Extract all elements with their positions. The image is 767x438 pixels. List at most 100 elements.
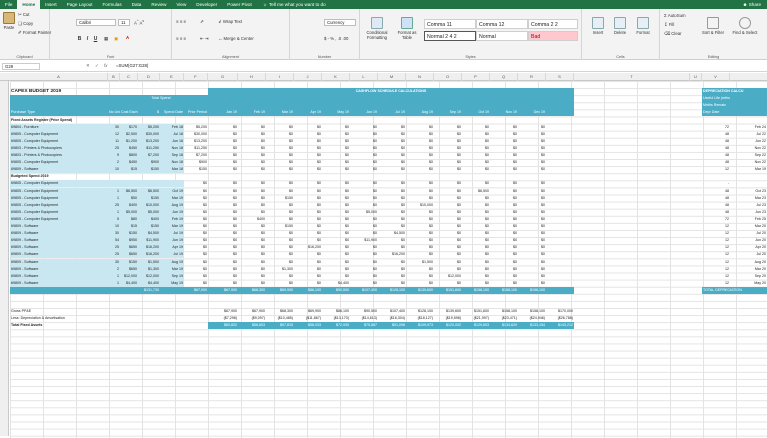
cell[interactable]: $0	[462, 124, 490, 131]
column-header-a[interactable]: A	[10, 73, 108, 81]
cell[interactable]: $158,100	[490, 286, 518, 294]
cell[interactable]: 69803 - Printers & Photocopiers	[10, 152, 108, 159]
row-header[interactable]	[0, 244, 9, 251]
cell[interactable]: 48	[702, 145, 730, 152]
cell[interactable]: $0	[266, 280, 294, 287]
cell[interactable]: $0	[406, 273, 434, 280]
cell[interactable]: $0	[462, 195, 490, 202]
cell[interactable]: $0	[238, 280, 266, 287]
cell[interactable]: $1,200	[120, 138, 138, 145]
cell[interactable]	[730, 180, 767, 187]
cell[interactable]: $0	[406, 195, 434, 202]
cell[interactable]: $0	[378, 195, 406, 202]
cell[interactable]: 12	[702, 244, 730, 251]
cell[interactable]: Oct 19	[160, 188, 184, 195]
cell[interactable]: $900	[184, 159, 208, 166]
wrap-text-button[interactable]: ↲ Wrap Text	[218, 19, 242, 25]
cell[interactable]: $0	[208, 131, 238, 138]
cell[interactable]: $0	[322, 159, 350, 166]
cell[interactable]: 48	[702, 131, 730, 138]
cell[interactable]: $650	[120, 244, 138, 251]
cell[interactable]: $10,000	[138, 202, 160, 209]
cell[interactable]: $16,200	[294, 244, 322, 251]
cell[interactable]: ($23,471)	[490, 315, 518, 322]
cell[interactable]: 2	[108, 266, 120, 273]
cell[interactable]: $0	[490, 124, 518, 131]
cell[interactable]: $0	[266, 166, 294, 173]
cell[interactable]: $0	[406, 188, 434, 195]
cell[interactable]: $0	[518, 251, 546, 258]
cell[interactable]: $0	[294, 251, 322, 258]
style-normal242[interactable]: Normal 2 4 2	[424, 31, 476, 41]
cell[interactable]: Jul 19	[160, 230, 184, 237]
cell[interactable]: May 20	[730, 280, 767, 287]
cell[interactable]: $0	[378, 180, 406, 187]
cell[interactable]: $0	[266, 237, 294, 244]
cell[interactable]: ($7,298)	[208, 315, 238, 322]
cell[interactable]: $0	[490, 273, 518, 280]
cell[interactable]	[160, 180, 184, 187]
row-header[interactable]	[0, 379, 9, 386]
cell[interactable]: $0	[294, 230, 322, 237]
cell[interactable]: 69805 - Computer Equipment	[10, 216, 108, 223]
cell[interactable]: $0	[350, 131, 378, 138]
cell[interactable]: $11,900	[350, 237, 378, 244]
cell[interactable]: ($11,867)	[294, 315, 322, 322]
cell[interactable]: $68,300	[238, 286, 266, 294]
cell[interactable]: $0	[266, 131, 294, 138]
cell[interactable]: 1	[108, 188, 120, 195]
cell[interactable]: 69809 - Software	[10, 244, 108, 251]
conditional-formatting-button[interactable]: Conditional Formatting	[362, 17, 392, 40]
cell[interactable]: $0	[378, 259, 406, 266]
column-header-q[interactable]: Q	[490, 73, 518, 81]
cell[interactable]: 72	[702, 124, 730, 131]
cell[interactable]: Spend Date	[160, 109, 184, 117]
cell[interactable]: $5,200	[184, 124, 208, 131]
row-header[interactable]	[0, 180, 9, 187]
cell[interactable]: $0	[294, 188, 322, 195]
cell[interactable]: $0	[184, 230, 208, 237]
cell[interactable]: $0	[266, 152, 294, 159]
cell[interactable]: $69,900	[294, 308, 322, 315]
cell[interactable]: $0	[518, 244, 546, 251]
cell[interactable]: $0	[434, 237, 462, 244]
cell[interactable]: 48	[702, 195, 730, 202]
cell[interactable]: $139,600	[434, 308, 462, 315]
cell[interactable]: $0	[322, 180, 350, 187]
cell[interactable]: $0	[294, 166, 322, 173]
cell[interactable]: $0	[490, 244, 518, 251]
enter-icon[interactable]: ✓	[95, 63, 99, 69]
cell[interactable]: 25	[108, 202, 120, 209]
tab-insert[interactable]: Insert	[40, 0, 62, 9]
row-header[interactable]	[0, 230, 9, 237]
cell[interactable]: Feb 19	[160, 216, 184, 223]
cell[interactable]: $0	[490, 138, 518, 145]
cell[interactable]: $0	[462, 159, 490, 166]
cell[interactable]: $0	[208, 273, 238, 280]
row-header[interactable]	[0, 95, 9, 102]
cell[interactable]: 69805 - Computer Equipment	[10, 138, 108, 145]
cell[interactable]: Fixed Assets Register (Prior Spend)	[10, 117, 138, 124]
cell[interactable]: 12	[702, 251, 730, 258]
cell[interactable]: $0	[490, 280, 518, 287]
tab-view[interactable]: View	[171, 0, 191, 9]
cell[interactable]: 1	[108, 273, 120, 280]
cell[interactable]: $5,200	[138, 124, 160, 131]
cell[interactable]: $0	[184, 180, 208, 187]
cell[interactable]: $0	[490, 195, 518, 202]
row-header[interactable]	[0, 351, 9, 358]
cell[interactable]: Apr 19	[160, 244, 184, 251]
cell[interactable]: 1	[108, 209, 120, 216]
cell[interactable]: ($24,946)	[518, 315, 546, 322]
cell[interactable]: $1,500	[138, 259, 160, 266]
cell[interactable]: $15	[120, 166, 138, 173]
tab-review[interactable]: Review	[146, 0, 171, 9]
cell[interactable]: 69805 - Computer Equipment	[10, 202, 108, 209]
cell[interactable]: Mnths Remain	[702, 102, 730, 110]
cell[interactable]: $4,500	[138, 230, 160, 237]
cell[interactable]: $0	[208, 195, 238, 202]
cell[interactable]: $0	[238, 202, 266, 209]
cell[interactable]: Apr 19	[294, 109, 322, 117]
column-header-k[interactable]: K	[322, 73, 350, 81]
cell[interactable]: Jul 18	[160, 131, 184, 138]
